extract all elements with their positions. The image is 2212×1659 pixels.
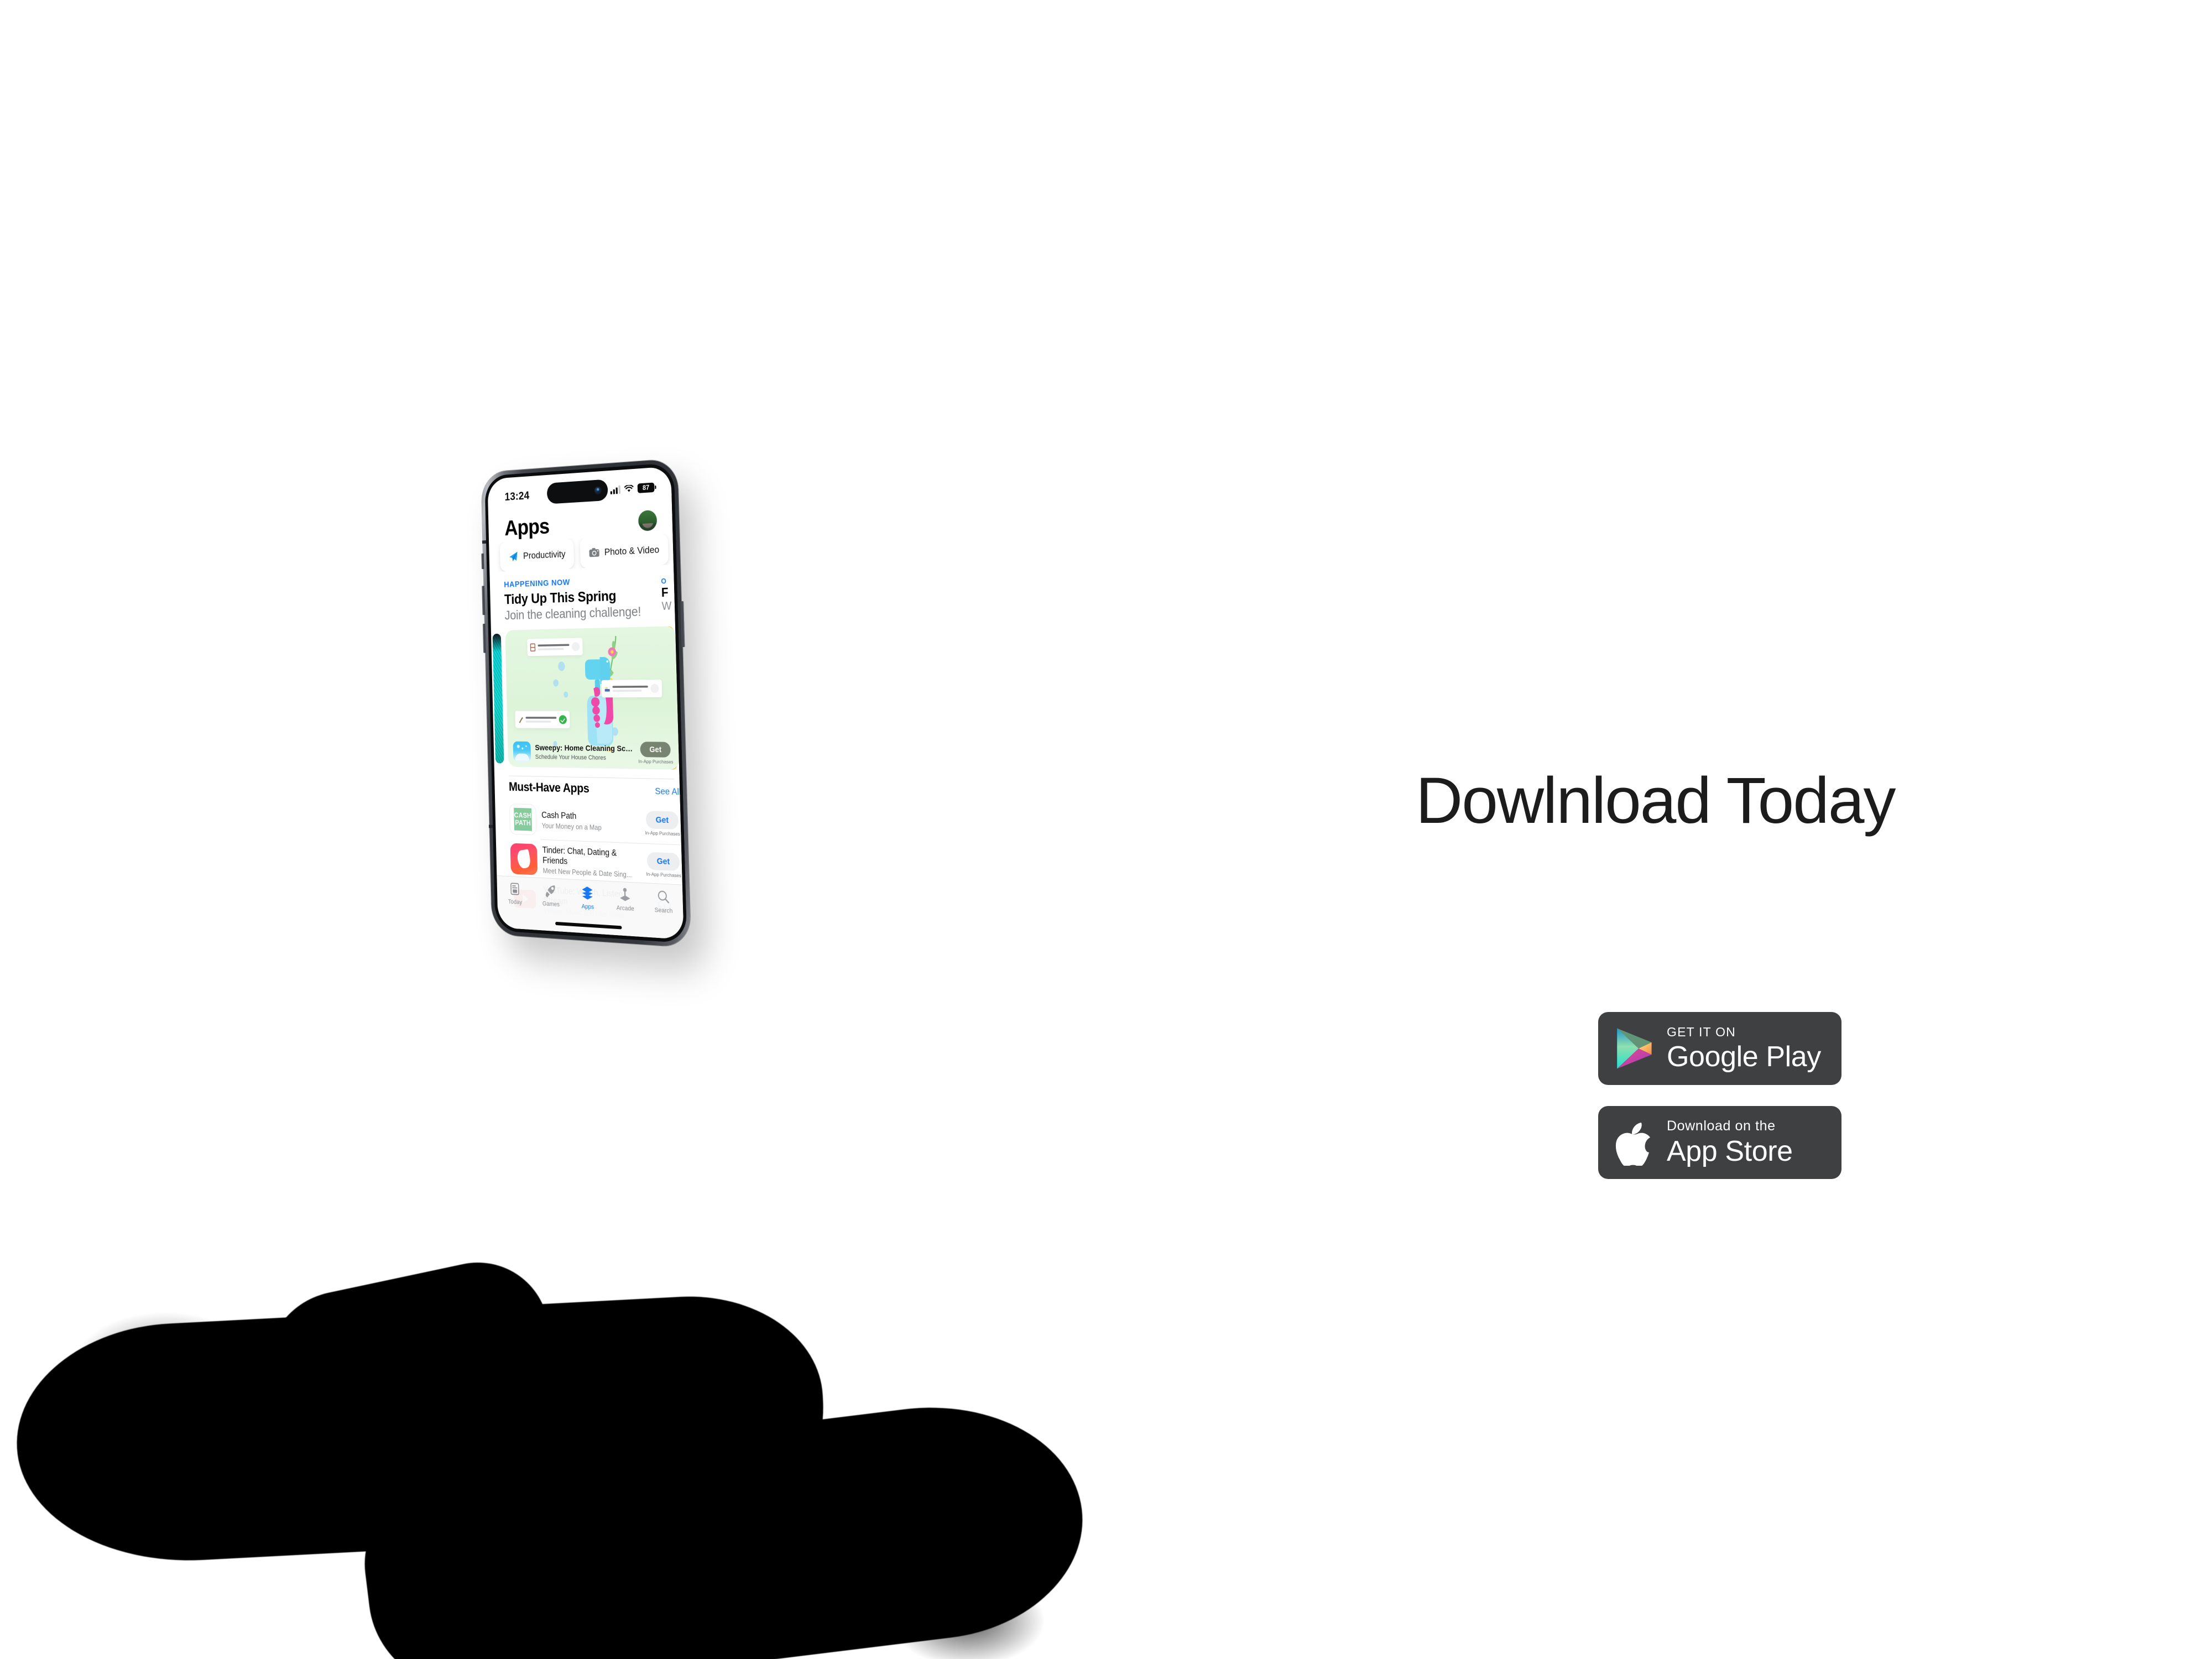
task-card [601,679,662,698]
next-card-eyebrow: O [661,576,667,586]
section-divider [508,775,675,780]
list-item[interactable]: CASH PATH Cash Path Your Money on a Map … [509,801,682,843]
get-button[interactable]: Get [646,852,680,872]
spring-cleaning-illustration [505,626,679,770]
battery-level: 87 [642,483,650,492]
in-app-purchases-label: In-App Purchases [645,830,680,837]
featured-app-row[interactable]: Sweepy: Home Cleaning Sch... Schedule Yo… [508,740,679,770]
get-button[interactable]: Get [640,742,671,758]
tab-apps[interactable]: Apps [568,885,606,912]
badge-small-label: GET IT ON [1667,1025,1736,1039]
magnifier-icon [656,889,670,905]
silence-switch[interactable] [481,553,484,570]
promo-headline: Dowlnload Today [1416,764,1896,837]
row-divider [541,879,684,887]
cloud-download-icon[interactable] [656,898,673,916]
featured-app-card[interactable]: Sweepy: Home Cleaning Sch... Schedule Yo… [505,626,680,770]
app-store-badge[interactable]: Download on the App Store [1598,1106,1841,1179]
in-app-purchases-label: In-App Purchases [646,871,682,879]
store-badges: GET IT ON Google Play Download on the Ap… [1598,1012,1841,1200]
tab-label: Games [542,900,560,908]
badge-big-label: Google Play [1667,1041,1821,1073]
next-card-title: F [661,585,669,600]
app-desc: Videos, Music and Live Strea... [544,907,640,921]
cash-path-app-icon: CASH PATH [509,804,537,836]
chip-photo-video[interactable]: Photo & Video [580,534,669,568]
joystick-icon [619,888,630,901]
icon-text-line1: CASH [514,811,532,820]
promo-block: Dowlnload Today [1416,763,2079,838]
cellular-signal-icon [610,485,620,494]
badge-small-label: Download on the [1667,1118,1776,1134]
avatar[interactable] [638,509,658,531]
front-camera-icon [594,486,602,495]
chip-productivity[interactable]: Productivity [499,538,575,572]
get-button[interactable]: Get [645,811,679,830]
tab-search[interactable]: Search [644,888,683,915]
tab-label: Search [654,906,673,915]
task-card [527,638,583,656]
list-item[interactable]: Tinder: Chat, Dating & Friends Meet New … [510,841,683,885]
dynamic-island [546,479,608,504]
editorial-subtitle: Join the cleaning challenge! [504,604,641,623]
row-divider [540,839,682,846]
youtube-app-icon [511,883,539,915]
camera-icon [589,547,599,557]
home-indicator[interactable] [555,921,622,930]
must-have-apps-header: Must-Have Apps See All [509,780,681,797]
in-app-purchases-label: In-App Purchases [638,759,674,765]
tab-games[interactable]: Games [533,883,570,909]
phone-drop-shadow [0,1249,1189,1659]
page-title: Apps [504,513,550,540]
next-card-peek[interactable] [663,626,678,770]
editorial-title: Tidy Up This Spring [504,588,617,607]
app-name: YouTube: Watch, Listen, Stream [543,885,639,911]
app-name: Cash Path [541,810,577,821]
badge-big-label: App Store [1667,1135,1793,1167]
phone-mockup: 13:24 87 Apps Productivity Photo & Video… [481,232,1001,948]
app-name: Tinder: Chat, Dating & Friends [542,844,617,866]
tab-label: Arcade [616,904,634,912]
google-play-icon [1617,1028,1652,1069]
editorial-eyebrow: HAPPENING NOW [504,577,571,589]
apple-logo-icon [1616,1123,1650,1166]
next-card-header-peek: O F W [661,576,673,613]
see-all-link[interactable]: See All [655,786,681,797]
google-play-badge[interactable]: GET IT ON Google Play [1598,1012,1841,1085]
tab-arcade[interactable]: Arcade [606,886,645,913]
power-button[interactable] [680,601,685,648]
tab-label: Apps [581,902,594,911]
stacked-layers-icon [582,886,593,900]
icon-text-line2: PATH [515,818,531,827]
list-item[interactable]: YouTube: Watch, Listen, Stream Videos, M… [511,880,684,926]
wifi-icon [624,485,634,492]
battery-icon: 87 [637,482,655,493]
task-card [515,711,570,728]
flower-stems [589,633,628,752]
tab-label: Today [508,898,523,906]
next-card-subtitle: W [661,599,672,613]
canvas: 13:24 87 Apps Productivity Photo & Video… [0,0,2212,1659]
chip-label: Photo & Video [604,544,660,557]
